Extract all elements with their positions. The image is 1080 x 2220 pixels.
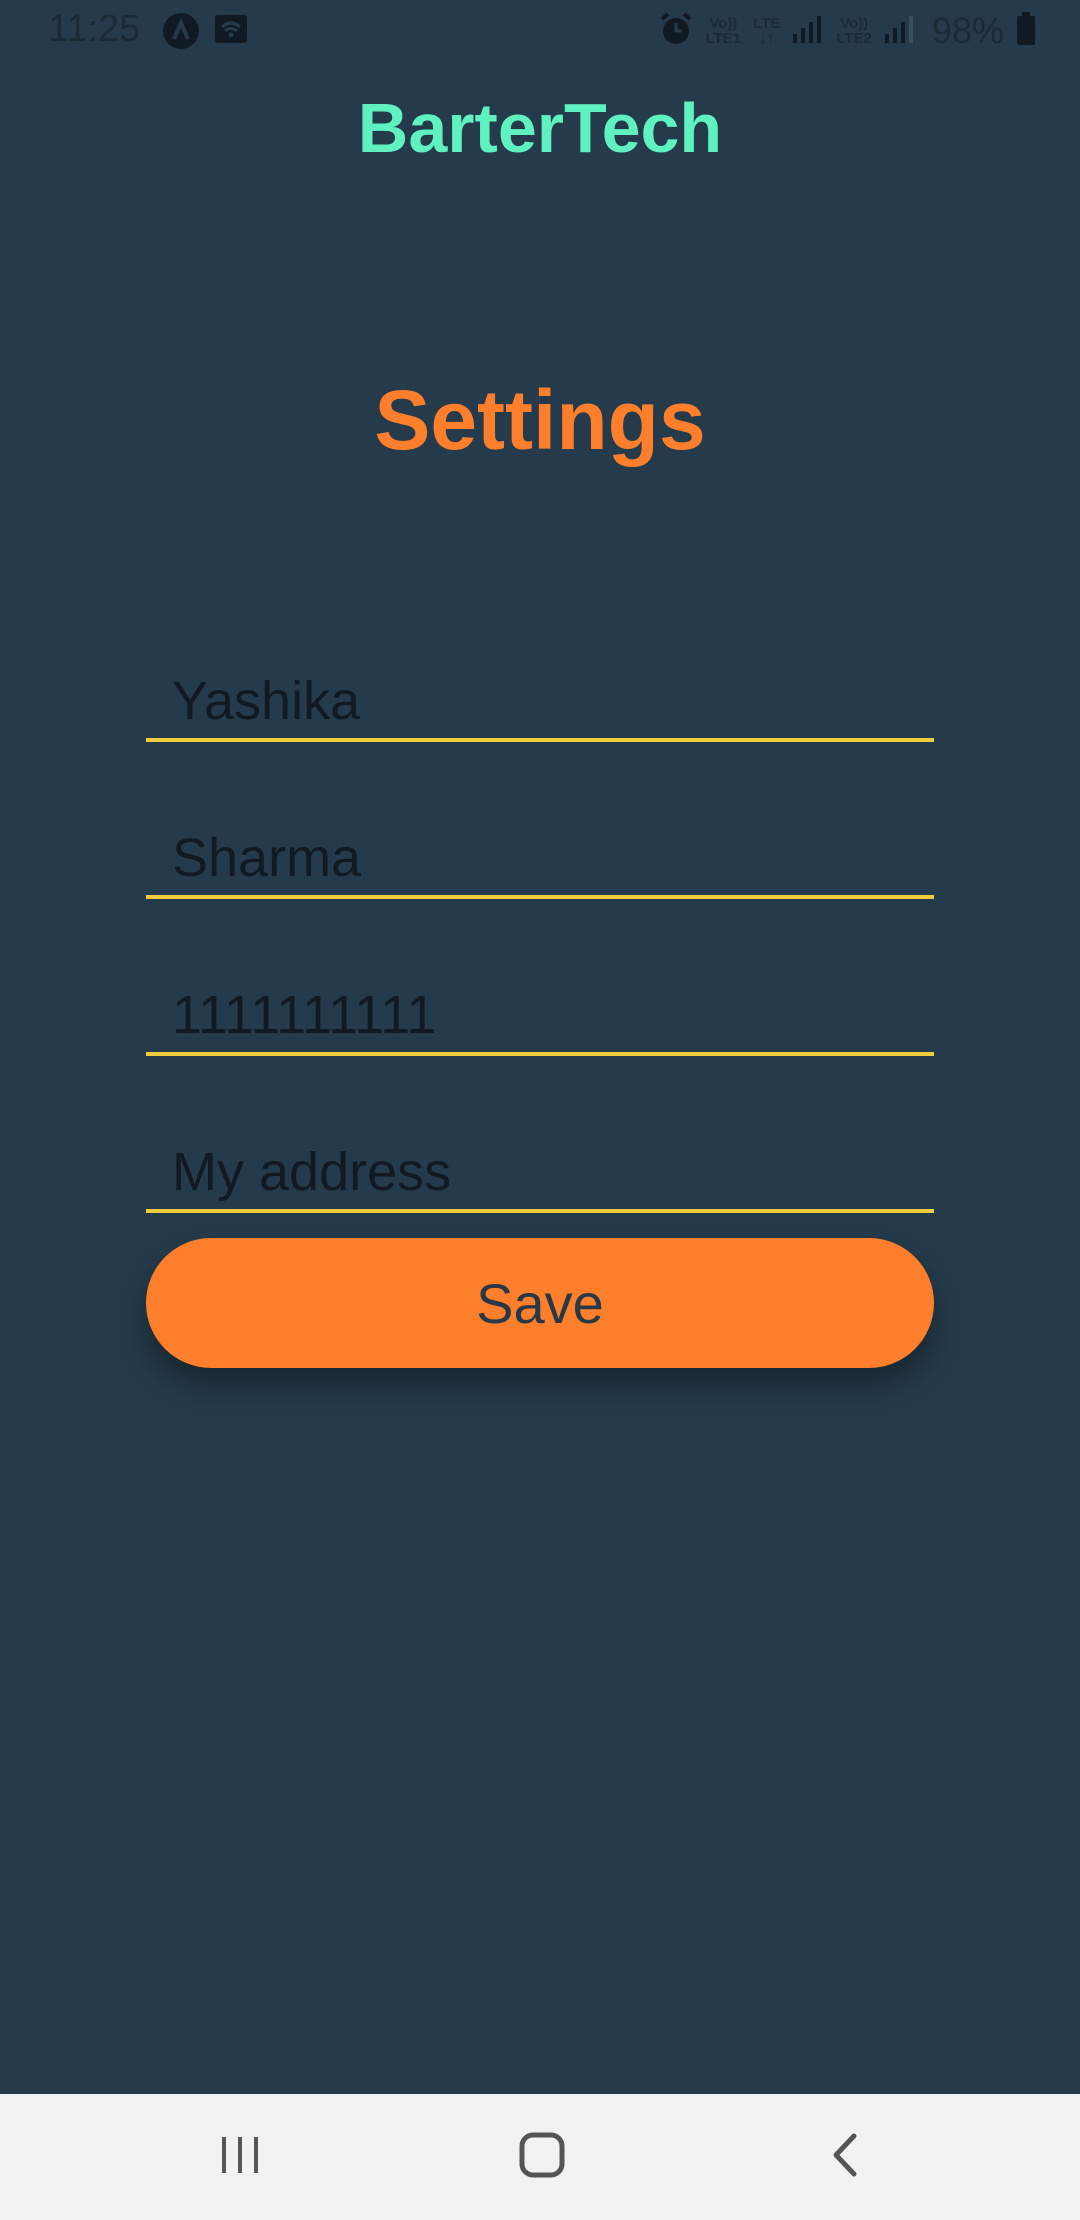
lte1-top: Vo)) — [709, 15, 738, 32]
battery-icon — [1016, 11, 1036, 51]
signal-icon — [792, 14, 824, 49]
first-name-field — [146, 648, 934, 742]
home-button[interactable] — [452, 2094, 632, 2220]
nav-bar — [0, 2094, 1080, 2220]
status-time: 11:25 — [48, 8, 141, 50]
home-icon — [519, 2132, 565, 2183]
back-icon — [828, 2132, 862, 2183]
wifi-icon — [214, 12, 248, 55]
first-name-input[interactable] — [172, 670, 912, 732]
lte1-bottom: LTE1 — [705, 30, 742, 47]
status-right: Vo)) LTE1 LTE ↓↑ Vo)) LTE2 98% — [658, 10, 1036, 52]
battery-percent: 98% — [931, 10, 1004, 51]
alarm-icon — [658, 11, 694, 52]
signal-icon-2 — [884, 14, 916, 49]
lte1-indicator: Vo)) LTE1 — [706, 16, 742, 46]
lte-indicator: LTE ↓↑ — [753, 16, 780, 46]
status-bar: 11:25 Vo)) LTE1 LTE ↓↑ Vo)) LTE2 98% — [0, 0, 1080, 64]
lte-bottom: ↓↑ — [759, 30, 775, 47]
app-a-icon — [162, 12, 200, 55]
lte2-indicator: Vo)) LTE2 — [836, 16, 872, 46]
save-button[interactable]: Save — [146, 1238, 934, 1368]
lte-top: LTE — [753, 15, 781, 32]
lte2-top: Vo)) — [840, 15, 869, 32]
last-name-field — [146, 805, 934, 899]
last-name-input[interactable] — [172, 827, 912, 889]
back-button[interactable] — [755, 2094, 935, 2220]
recent-apps-button[interactable] — [150, 2094, 330, 2220]
phone-input[interactable] — [172, 984, 912, 1046]
lte2-bottom: LTE2 — [836, 30, 872, 47]
app-title: BarterTech — [357, 89, 723, 167]
address-input[interactable] — [172, 1141, 912, 1203]
phone-field — [146, 962, 934, 1056]
recent-apps-icon — [218, 2135, 262, 2180]
address-field — [146, 1119, 934, 1213]
status-left-icons — [162, 12, 248, 55]
page-title: Settings — [374, 373, 706, 467]
